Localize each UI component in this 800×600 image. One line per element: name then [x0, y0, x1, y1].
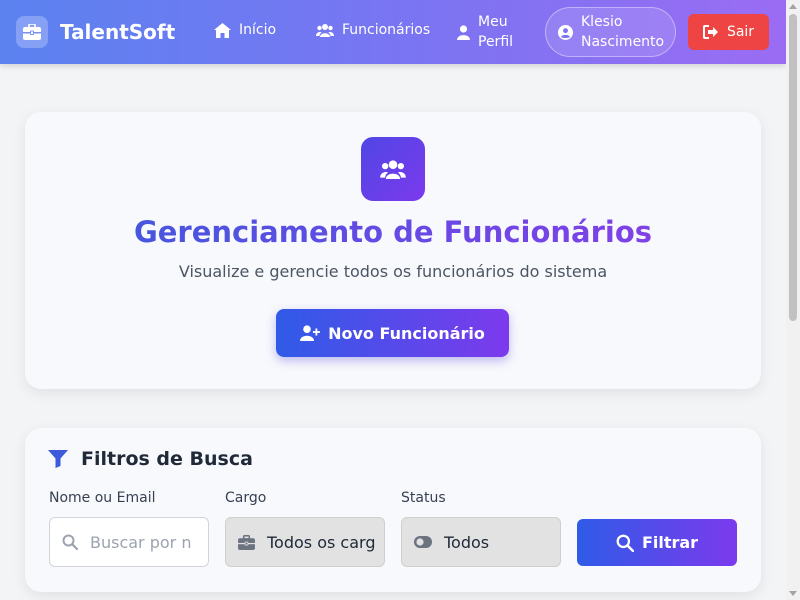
filter-button[interactable]: Filtrar	[577, 519, 737, 566]
briefcase-icon	[16, 16, 48, 48]
briefcase-icon	[238, 534, 255, 550]
user-first-name: Klesio	[581, 14, 623, 30]
filter-button-label: Filtrar	[641, 533, 699, 552]
brand-name: TalentSoft	[60, 20, 176, 44]
user-last-name: Nascimento	[581, 34, 665, 50]
users-icon	[361, 137, 425, 201]
nav-link-profile[interactable]: Meu Perfil	[457, 12, 513, 52]
search-input-placeholder: Buscar por n	[90, 532, 192, 552]
nav-link-employees-label: Funcionários	[342, 22, 431, 38]
scrollbar-thumb[interactable]	[789, 14, 797, 321]
toggle-icon	[414, 536, 432, 548]
nav-link-home-label: Início	[239, 22, 277, 38]
search-input[interactable]: Buscar por n	[49, 517, 209, 567]
users-icon	[316, 24, 334, 37]
nav-link-home[interactable]: Início	[214, 22, 276, 38]
new-employee-button[interactable]: Novo Funcionário	[276, 309, 509, 357]
page-scrollbar[interactable]	[786, 0, 800, 600]
filters-card: Filtros de Busca Nome ou Email Cargo Sta…	[25, 428, 761, 592]
user-circle-icon	[558, 24, 573, 40]
user-plus-icon	[300, 325, 320, 341]
brand[interactable]: TalentSoft	[16, 16, 175, 48]
status-filter-label: Status	[401, 490, 446, 506]
filter-icon	[48, 450, 68, 468]
search-icon	[62, 534, 78, 550]
filters-heading: Filtros de Busca	[48, 448, 253, 470]
user-menu[interactable]: Klesio Nascimento	[545, 7, 676, 57]
logout-label: Sair	[726, 24, 755, 40]
name-filter-label: Nome ou Email	[49, 490, 156, 506]
page-title: Gerenciamento de Funcionários	[25, 215, 761, 249]
nav-link-profile-line2: Perfil	[478, 34, 514, 50]
scroll-up-arrow-icon[interactable]	[789, 4, 797, 9]
filters-title: Filtros de Busca	[81, 448, 253, 470]
logout-button[interactable]: Sair	[688, 14, 769, 50]
page-header-card: Gerenciamento de Funcionários Visualize …	[25, 112, 761, 389]
nav-link-profile-line1: Meu	[478, 14, 508, 30]
user-icon	[457, 24, 470, 40]
nav-link-employees[interactable]: Funcionários	[316, 22, 430, 38]
cargo-select-value: Todos os carg	[267, 532, 376, 552]
status-select[interactable]: Todos	[401, 517, 561, 567]
sign-out-icon	[702, 25, 718, 39]
cargo-filter-label: Cargo	[225, 490, 267, 506]
page-subtitle: Visualize e gerencie todos os funcionári…	[178, 262, 608, 281]
cargo-select[interactable]: Todos os carg	[225, 517, 385, 567]
new-employee-label: Novo Funcionário	[328, 323, 485, 343]
scroll-down-arrow-icon[interactable]	[789, 591, 797, 596]
search-icon	[616, 534, 634, 552]
navbar: TalentSoft Início Funcionários Meu Perfi…	[0, 0, 786, 64]
status-select-value: Todos	[444, 532, 490, 552]
home-icon	[214, 22, 231, 38]
